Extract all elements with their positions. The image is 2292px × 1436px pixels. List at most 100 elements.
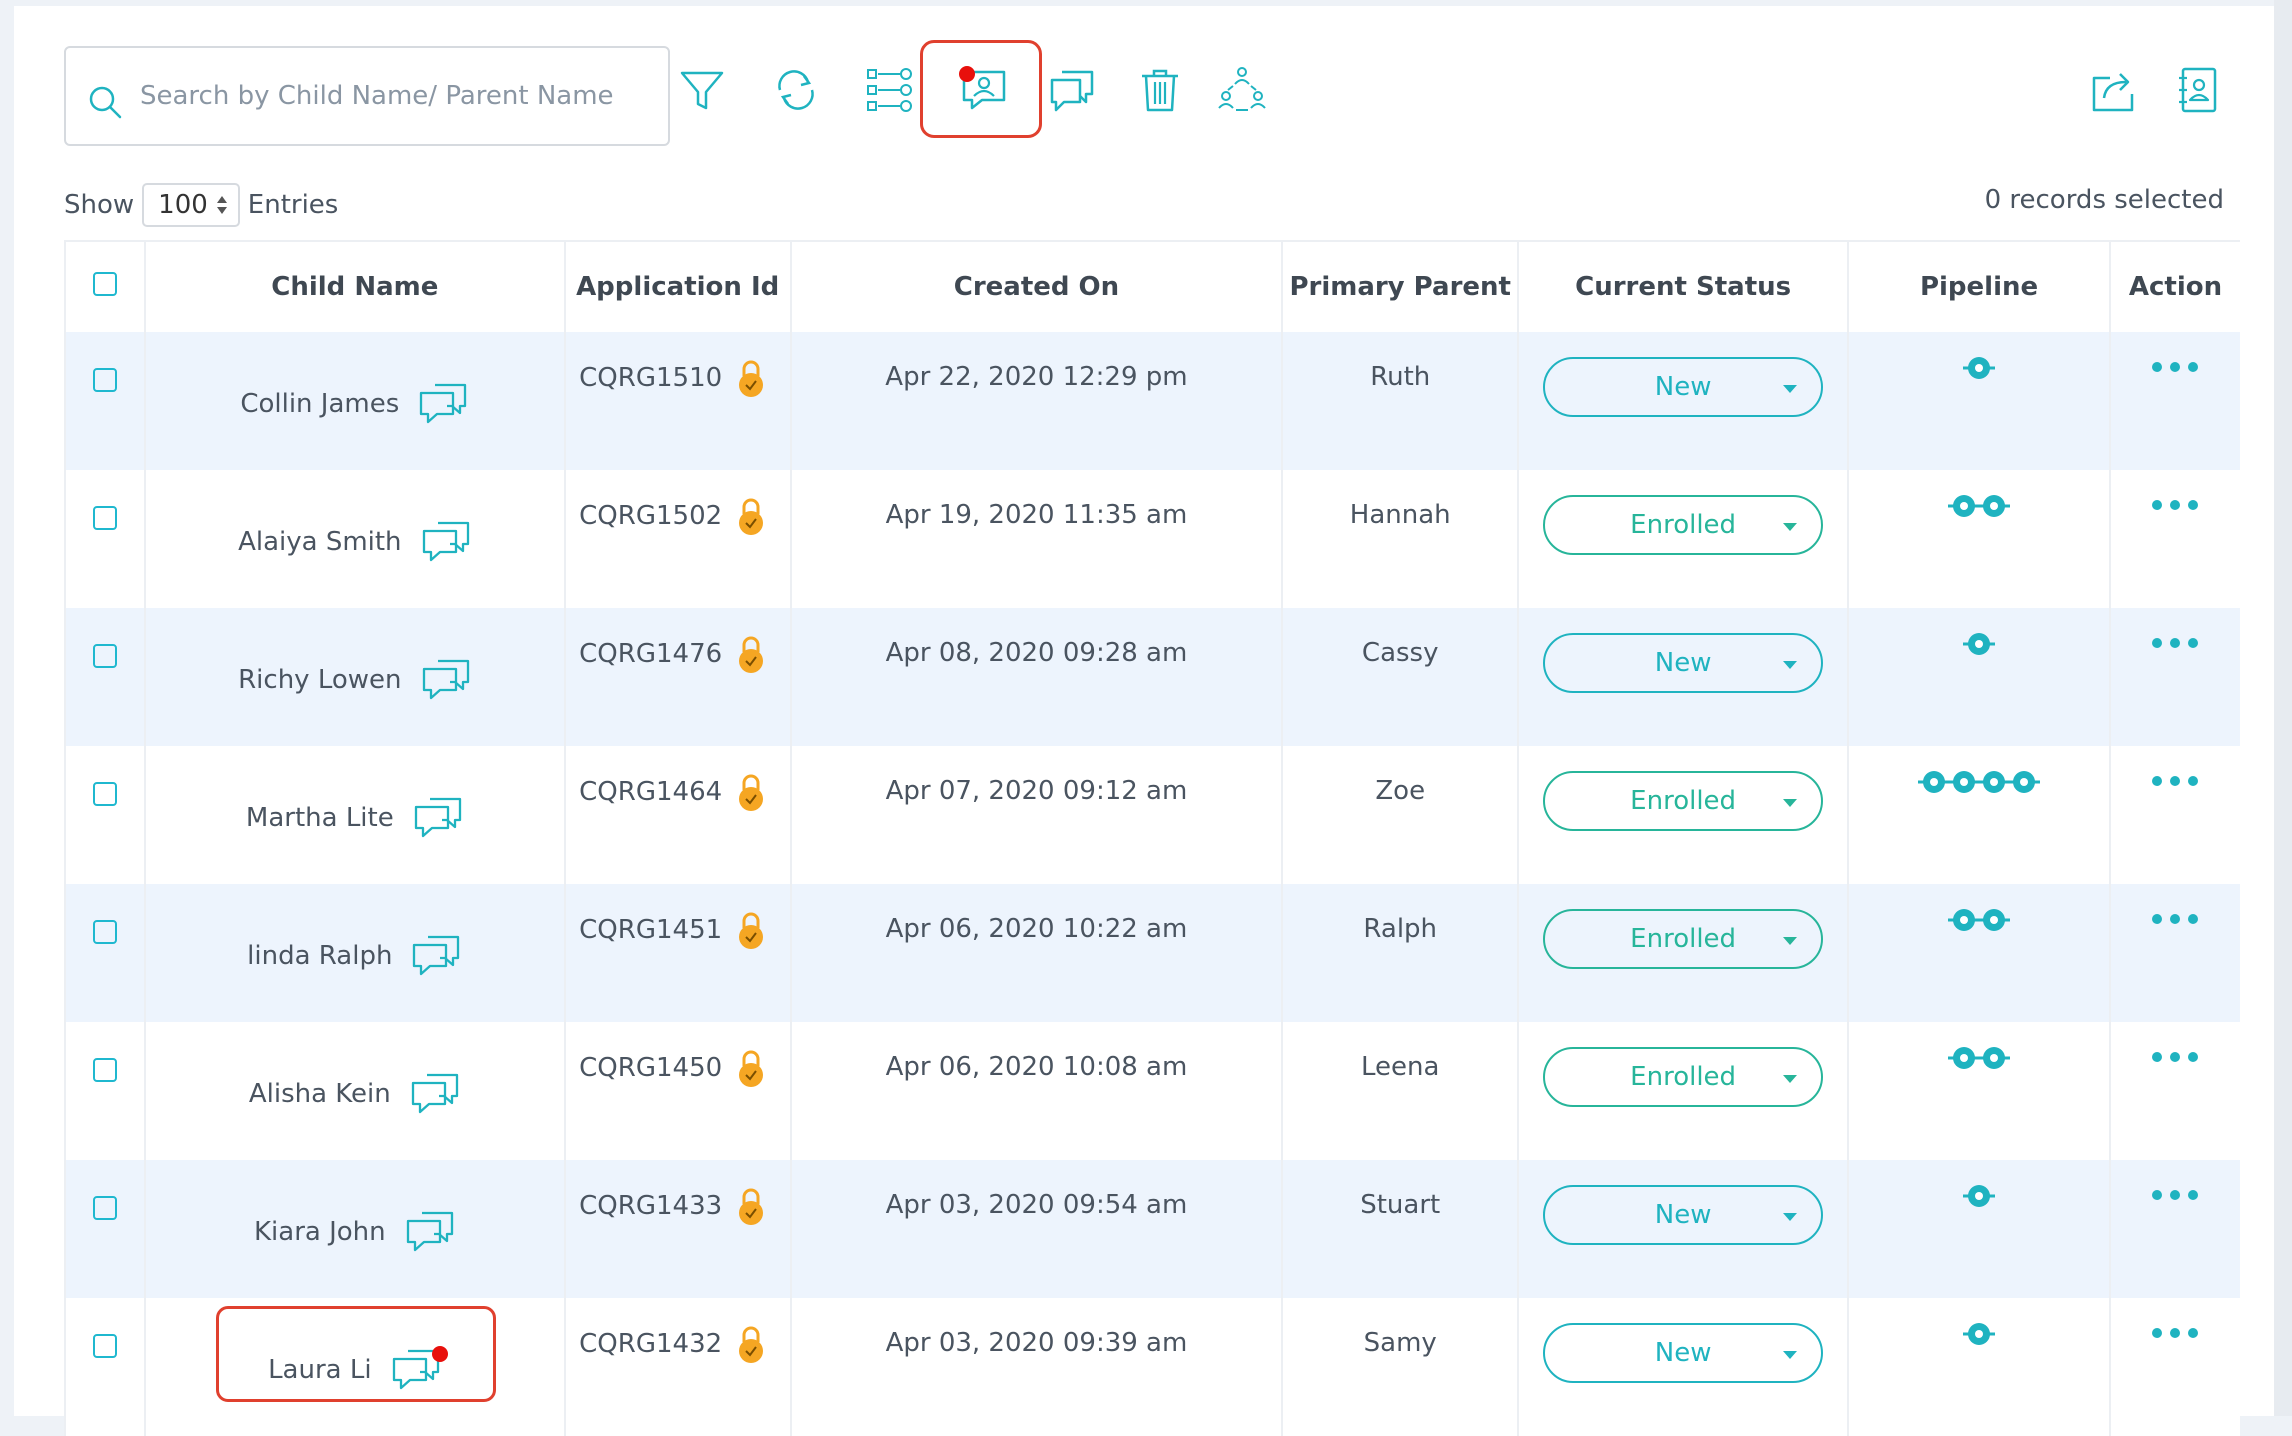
- workflow-button[interactable]: [860, 60, 920, 120]
- table-row[interactable]: Laura Li CQRG1432 Apr 03, 2020 09:39 am …: [64, 1298, 2240, 1436]
- more-actions-icon[interactable]: [2111, 1052, 2240, 1062]
- pipeline-indicator[interactable]: [1849, 1318, 2109, 1350]
- table-row[interactable]: Alisha Kein CQRG1450 Apr 06, 2020 10:08 …: [64, 1022, 2240, 1160]
- more-actions-icon[interactable]: [2111, 500, 2240, 510]
- application-id[interactable]: CQRG1450: [579, 1053, 722, 1083]
- chat-button[interactable]: [1042, 60, 1102, 120]
- search-box[interactable]: [64, 46, 670, 146]
- row-checkbox[interactable]: [92, 1334, 117, 1358]
- more-actions-icon[interactable]: [2111, 1190, 2240, 1200]
- application-id[interactable]: CQRG1433: [579, 1191, 722, 1221]
- application-id[interactable]: CQRG1464: [579, 777, 722, 807]
- pipeline-indicator[interactable]: [1849, 1180, 2109, 1212]
- pipeline-indicator[interactable]: [1849, 766, 2109, 798]
- refresh-button[interactable]: [766, 60, 826, 120]
- table-row[interactable]: linda Ralph CQRG1451 Apr 06, 2020 10:22 …: [64, 884, 2240, 1022]
- chat-icon[interactable]: [412, 796, 464, 840]
- chat-icon[interactable]: [420, 520, 472, 564]
- primary-parent-cell: Ruth: [1282, 332, 1520, 470]
- more-actions-icon[interactable]: [2111, 1328, 2240, 1338]
- pipeline-icon: [1963, 1323, 1996, 1345]
- status-dropdown[interactable]: Enrolled: [1543, 1047, 1824, 1107]
- table-row[interactable]: Richy Lowen CQRG1476 Apr 08, 2020 09:28 …: [64, 608, 2240, 746]
- row-checkbox[interactable]: [92, 1196, 117, 1220]
- filter-button[interactable]: [672, 60, 732, 120]
- pipeline-indicator[interactable]: [1849, 628, 2109, 660]
- chat-icon[interactable]: [410, 934, 462, 978]
- primary-parent: Stuart: [1360, 1190, 1441, 1220]
- chat-icon[interactable]: [417, 382, 469, 426]
- application-id[interactable]: CQRG1451: [579, 915, 722, 945]
- child-name[interactable]: Collin James: [240, 389, 399, 419]
- more-actions-icon[interactable]: [2111, 914, 2240, 924]
- child-name[interactable]: Kiara John: [254, 1217, 386, 1247]
- child-name-cell: Richy Lowen: [144, 608, 566, 746]
- created-on-cell: Apr 03, 2020 09:39 am: [790, 1298, 1284, 1436]
- application-id[interactable]: CQRG1432: [579, 1329, 722, 1359]
- pipeline-indicator[interactable]: [1849, 904, 2109, 936]
- table-row[interactable]: Collin James CQRG1510 Apr 22, 2020 12:29…: [64, 332, 2240, 470]
- pipeline-icon: [1948, 909, 2011, 931]
- table-row[interactable]: Alaiya Smith CQRG1502 Apr 19, 2020 11:35…: [64, 470, 2240, 608]
- status-dropdown[interactable]: Enrolled: [1543, 495, 1824, 555]
- pipeline-cell: [1848, 1022, 2111, 1160]
- status-value: New: [1654, 648, 1712, 678]
- pipeline-icon: [1963, 1185, 1996, 1207]
- action-cell: [2109, 1022, 2240, 1160]
- chat-icon[interactable]: [420, 658, 472, 702]
- table-row[interactable]: Kiara John CQRG1433 Apr 03, 2020 09:54 a…: [64, 1160, 2240, 1298]
- chevron-down-icon: [1783, 799, 1798, 807]
- header-pipeline[interactable]: Pipeline: [1848, 240, 2111, 332]
- row-checkbox[interactable]: [92, 1058, 117, 1082]
- child-name[interactable]: Martha Lite: [246, 803, 394, 833]
- header-created-on[interactable]: Created On: [790, 240, 1284, 332]
- child-name[interactable]: Laura Li: [268, 1355, 372, 1385]
- header-child-name[interactable]: Child Name: [144, 240, 566, 332]
- child-name[interactable]: Alaiya Smith: [238, 527, 401, 557]
- team-icon: [1218, 67, 1266, 111]
- child-name[interactable]: Richy Lowen: [238, 665, 401, 695]
- created-on-cell: Apr 07, 2020 09:12 am: [790, 746, 1284, 884]
- table-row[interactable]: Martha Lite CQRG1464 Apr 07, 2020 09:12 …: [64, 746, 2240, 884]
- select-all-checkbox[interactable]: [92, 271, 117, 296]
- application-id[interactable]: CQRG1476: [579, 639, 722, 669]
- header-current-status[interactable]: Current Status: [1518, 240, 1850, 332]
- more-actions-icon[interactable]: [2111, 638, 2240, 648]
- delete-button[interactable]: [1130, 60, 1190, 120]
- application-id[interactable]: CQRG1510: [579, 363, 722, 393]
- search-input[interactable]: [138, 80, 662, 112]
- status-dropdown[interactable]: New: [1543, 1323, 1824, 1383]
- more-actions-icon[interactable]: [2111, 776, 2240, 786]
- pipeline-indicator[interactable]: [1849, 490, 2109, 522]
- more-actions-icon[interactable]: [2111, 362, 2240, 372]
- export-button[interactable]: [2084, 60, 2144, 120]
- chat-icon[interactable]: [409, 1072, 461, 1116]
- row-checkbox[interactable]: [92, 782, 117, 806]
- chat-icon[interactable]: [390, 1346, 448, 1392]
- row-checkbox[interactable]: [92, 920, 117, 944]
- header-application-id[interactable]: Application Id: [564, 240, 792, 332]
- chat-icon: [1050, 70, 1094, 112]
- row-select-cell: [64, 608, 146, 746]
- status-dropdown[interactable]: Enrolled: [1543, 771, 1824, 831]
- entries-select[interactable]: 100: [142, 183, 240, 227]
- application-id[interactable]: CQRG1502: [579, 501, 722, 531]
- page-scrollbar[interactable]: [2274, 0, 2292, 1416]
- team-button[interactable]: [1212, 60, 1272, 120]
- child-name[interactable]: Alisha Kein: [249, 1079, 391, 1109]
- pipeline-indicator[interactable]: [1849, 1042, 2109, 1074]
- row-checkbox[interactable]: [92, 644, 117, 668]
- row-select-cell: [64, 1022, 146, 1160]
- header-primary-parent[interactable]: Primary Parent: [1282, 240, 1520, 332]
- contact-book-button[interactable]: [2168, 60, 2228, 120]
- status-dropdown[interactable]: Enrolled: [1543, 909, 1824, 969]
- chat-icon[interactable]: [404, 1210, 456, 1254]
- row-checkbox[interactable]: [92, 368, 117, 392]
- status-dropdown[interactable]: New: [1543, 633, 1824, 693]
- status-dropdown[interactable]: New: [1543, 357, 1824, 417]
- row-checkbox[interactable]: [92, 506, 117, 530]
- pipeline-indicator[interactable]: [1849, 352, 2109, 384]
- status-dropdown[interactable]: New: [1543, 1185, 1824, 1245]
- pipeline-cell: [1848, 884, 2111, 1022]
- child-name[interactable]: linda Ralph: [247, 941, 392, 971]
